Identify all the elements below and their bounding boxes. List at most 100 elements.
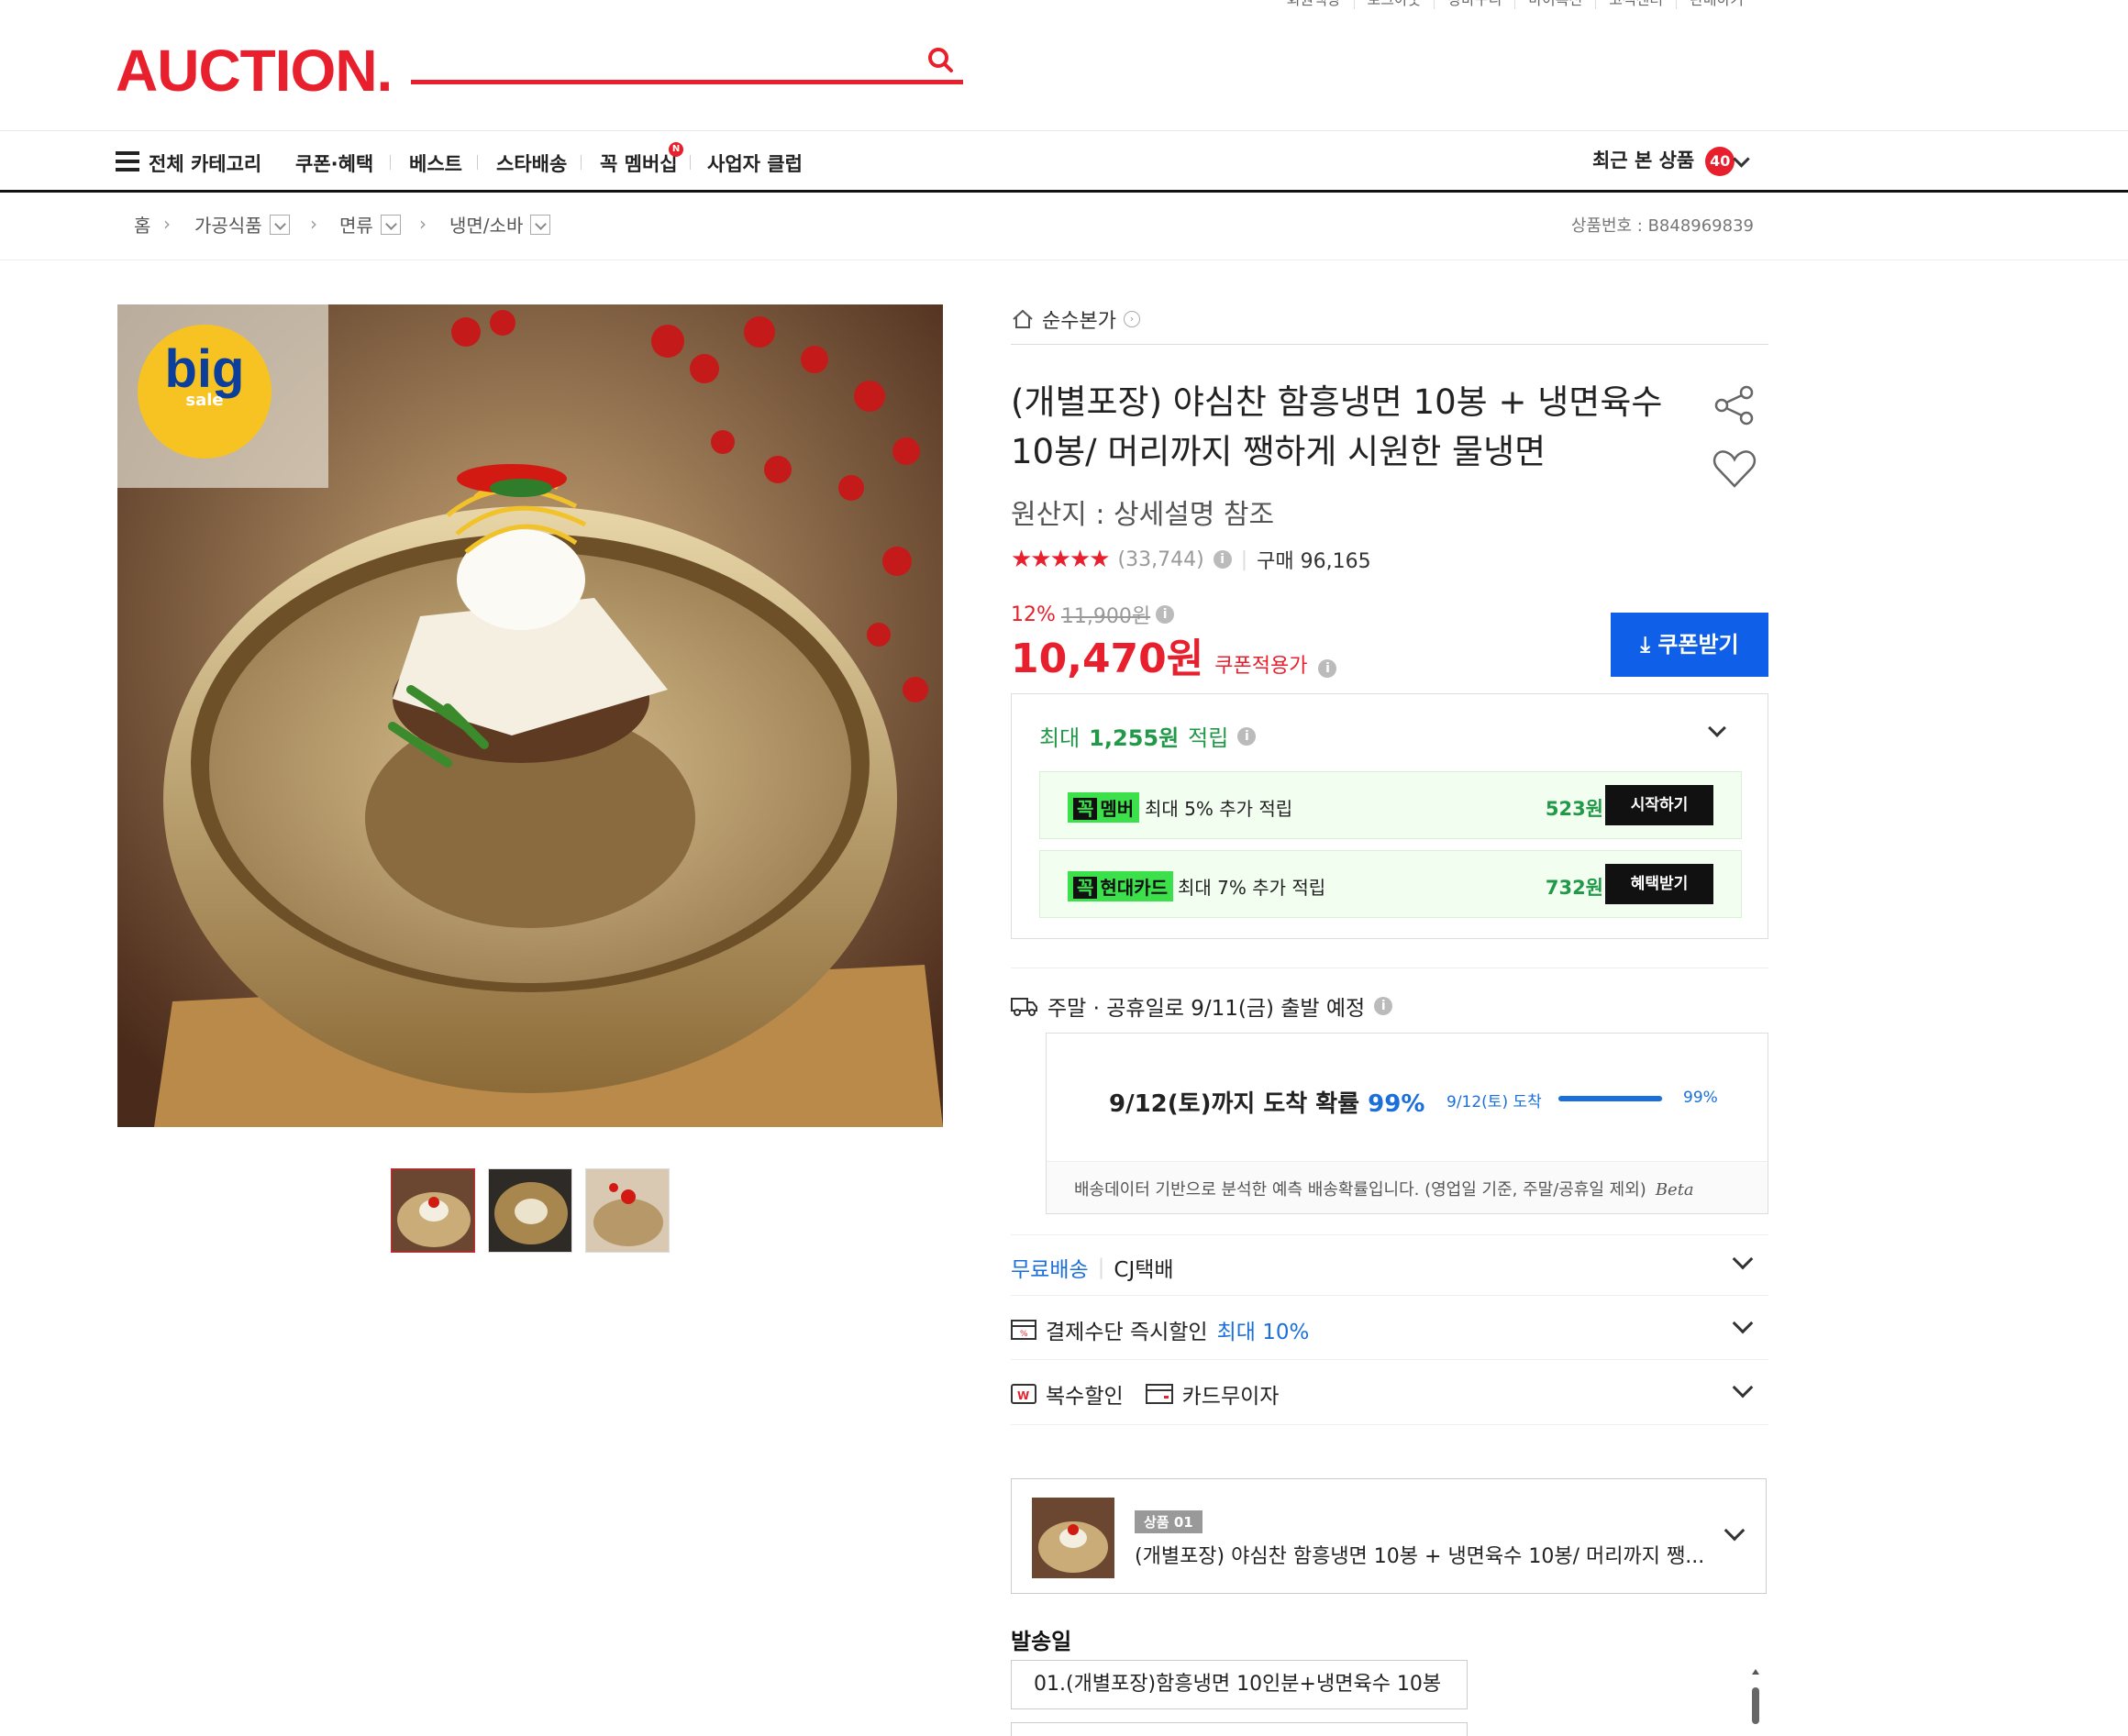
recent-products[interactable]: 최근 본 상품 40	[1592, 146, 1735, 176]
breadcrumb-item[interactable]: 냉면/소바	[449, 211, 551, 238]
store-link[interactable]: 순수본가 ›	[1011, 304, 1140, 334]
reward-text: 최대 5% 추가 적립	[1145, 798, 1293, 820]
chevron-right-icon: ›	[163, 213, 171, 235]
big-sale-badge: big sale	[138, 325, 272, 459]
shipping-dispatch: 주말 · 공휴일로 9/11(금) 출발 예정 i	[1011, 990, 1393, 1022]
probability-bar	[1558, 1096, 1663, 1101]
delivery-probability: 9/12(토)까지 도착 확률 99% 9/12(토) 도착 99% 배송데이터…	[1046, 1033, 1768, 1214]
info-icon[interactable]: i	[1374, 997, 1393, 1015]
svg-text:W: W	[1017, 1389, 1029, 1402]
free-shipping-row[interactable]: 무료배송 | CJ택배	[1011, 1234, 1768, 1295]
search-bar	[411, 37, 963, 84]
price-label: 쿠폰적용가	[1214, 655, 1308, 678]
share-icon[interactable]	[1713, 385, 1756, 426]
product-number: 상품번호 : B848969839	[1570, 216, 1754, 236]
download-icon: ⤓	[1640, 632, 1650, 658]
menu-icon[interactable]	[116, 151, 139, 171]
nav-business-club[interactable]: 사업자 클럽	[707, 149, 803, 177]
chevron-down-icon[interactable]	[1708, 719, 1726, 737]
reward-box: 최대 1,255원 적립 i 꼭 멤버 최대 5% 추가 적립 523원 시작하기 꼭…	[1011, 693, 1768, 939]
new-badge: N	[669, 142, 683, 157]
breadcrumb-item[interactable]: 면류	[339, 211, 401, 238]
option-thumbnail	[1032, 1498, 1114, 1578]
thumbnail[interactable]	[488, 1168, 572, 1253]
home-icon	[1013, 309, 1033, 328]
rating-row: ★★★★★ (33,744) i | 구매 96,165	[1011, 546, 1371, 573]
arrival-label: 9/12(토) 도착	[1446, 1093, 1542, 1111]
origin-info: 원산지 : 상세설명 참조	[1011, 499, 1275, 531]
card-icon	[1145, 1384, 1173, 1404]
search-input[interactable]	[411, 37, 906, 77]
start-button[interactable]: 시작하기	[1605, 785, 1713, 825]
reward-row: 꼭 현대카드 최대 7% 추가 적립 732원 혜택받기	[1039, 850, 1742, 918]
thumbnail[interactable]	[585, 1168, 670, 1253]
free-shipping-label: 무료배송	[1011, 1258, 1089, 1282]
store-name: 순수본가	[1042, 310, 1116, 333]
info-icon[interactable]: i	[1213, 550, 1232, 569]
nav-coupon[interactable]: 쿠폰·혜택	[295, 149, 373, 177]
breadcrumb: 홈 › 가공식품 › 면류 › 냉면/소바 상품번호 : B848969839	[0, 193, 2128, 260]
probability-text: 9/12(토)까지 도착 확률 99%	[1109, 1090, 1425, 1118]
benefit-button[interactable]: 혜택받기	[1605, 864, 1713, 904]
chevron-right-icon: ›	[310, 213, 317, 235]
util-link[interactable]: 마이옥션	[1514, 0, 1595, 9]
rating-stars: ★★★★★	[1011, 546, 1111, 573]
selected-option[interactable]: 상품 01 (개별포장) 야심찬 함흥냉면 10봉 + 냉면육수 10봉/ 머리…	[1011, 1478, 1767, 1594]
all-category-button[interactable]: 전체 카테고리	[149, 149, 261, 177]
nav-best[interactable]: 베스트	[409, 149, 462, 177]
util-link[interactable]: 회원색상	[1274, 0, 1354, 9]
reward-amount: 732원	[1545, 877, 1603, 899]
truck-icon	[1011, 998, 1037, 1016]
sale-price: 10,470원	[1011, 636, 1204, 682]
util-link[interactable]: 로그아웃	[1353, 0, 1435, 9]
auction-logo[interactable]: AUCTION.	[116, 37, 393, 105]
discount-percent: 12%	[1011, 603, 1056, 626]
payment-discount-row[interactable]: % 결제수단 즉시할인 최대 10%	[1011, 1295, 1768, 1359]
util-link[interactable]: 판매하기	[1676, 0, 1757, 9]
reward-text: 최대 7% 추가 적립	[1178, 877, 1326, 899]
recent-label: 최근 본 상품	[1592, 149, 1695, 171]
send-day-label: 발송일	[1011, 1629, 1072, 1654]
util-link[interactable]: 고객센터	[1595, 0, 1676, 9]
dropdown-icon	[269, 214, 290, 235]
review-count[interactable]: (33,744)	[1118, 548, 1204, 571]
product-title: (개별포장) 야심찬 함흥냉면 10봉 + 냉면육수 10봉/ 머리까지 쨍하게…	[1011, 382, 1663, 471]
reward-row: 꼭 멤버 최대 5% 추가 적립 523원 시작하기	[1039, 771, 1742, 839]
chevron-right-icon: ›	[419, 213, 427, 235]
recent-count-badge: 40	[1705, 147, 1735, 176]
member-tag: 꼭 멤버	[1068, 792, 1140, 823]
scrollbar[interactable]	[1750, 1669, 1761, 1726]
option-tag: 상품 01	[1135, 1510, 1203, 1533]
chevron-down-icon[interactable]	[1732, 1377, 1754, 1399]
chevron-right-icon: ›	[1123, 311, 1140, 327]
chevron-down-icon[interactable]	[1732, 1312, 1754, 1334]
multi-discount-icon: W	[1011, 1384, 1036, 1404]
search-icon[interactable]	[926, 46, 954, 73]
send-day-select[interactable]: 01.(개별포장)함흥냉면 10인분+냉면육수 10봉	[1011, 1660, 1468, 1709]
dropdown-icon	[530, 214, 551, 235]
nav-membership[interactable]: 꼭 멤버십	[600, 149, 678, 177]
util-link[interactable]: 장바구니	[1434, 0, 1514, 9]
chevron-down-icon[interactable]	[1733, 150, 1750, 168]
second-select[interactable]	[1011, 1722, 1468, 1736]
info-icon[interactable]: i	[1318, 659, 1337, 678]
card-tag: 꼭 현대카드	[1068, 871, 1174, 901]
thumbnail[interactable]	[391, 1168, 475, 1253]
chevron-down-icon[interactable]	[1723, 1520, 1746, 1542]
utility-links: 회원색상 로그아웃 장바구니 마이옥션 고객센터 판매하기	[1274, 0, 1757, 9]
global-nav: 전체 카테고리 쿠폰·혜택 베스트 스타배송 꼭 멤버십 N 사업자 클럽 최근…	[0, 130, 2128, 193]
info-icon[interactable]: i	[1156, 605, 1175, 624]
reward-head[interactable]: 최대 1,255원 적립 i	[1039, 720, 1257, 752]
chevron-down-icon[interactable]	[1732, 1248, 1754, 1270]
heart-icon[interactable]	[1712, 448, 1757, 490]
purchase-count: 구매 96,165	[1257, 550, 1371, 573]
courier-name: CJ택배	[1114, 1258, 1174, 1282]
breadcrumb-home[interactable]: 홈	[134, 211, 150, 238]
coupon-download-button[interactable]: ⤓ 쿠폰받기	[1611, 613, 1768, 677]
multi-discount-row[interactable]: W 복수할인 카드무이자	[1011, 1359, 1768, 1425]
nav-star-delivery[interactable]: 스타배송	[496, 149, 567, 177]
breadcrumb-item[interactable]: 가공식품	[194, 211, 290, 238]
info-icon[interactable]: i	[1237, 726, 1257, 746]
probability-percent: 99%	[1683, 1089, 1718, 1107]
reward-amount: 523원	[1545, 798, 1603, 820]
